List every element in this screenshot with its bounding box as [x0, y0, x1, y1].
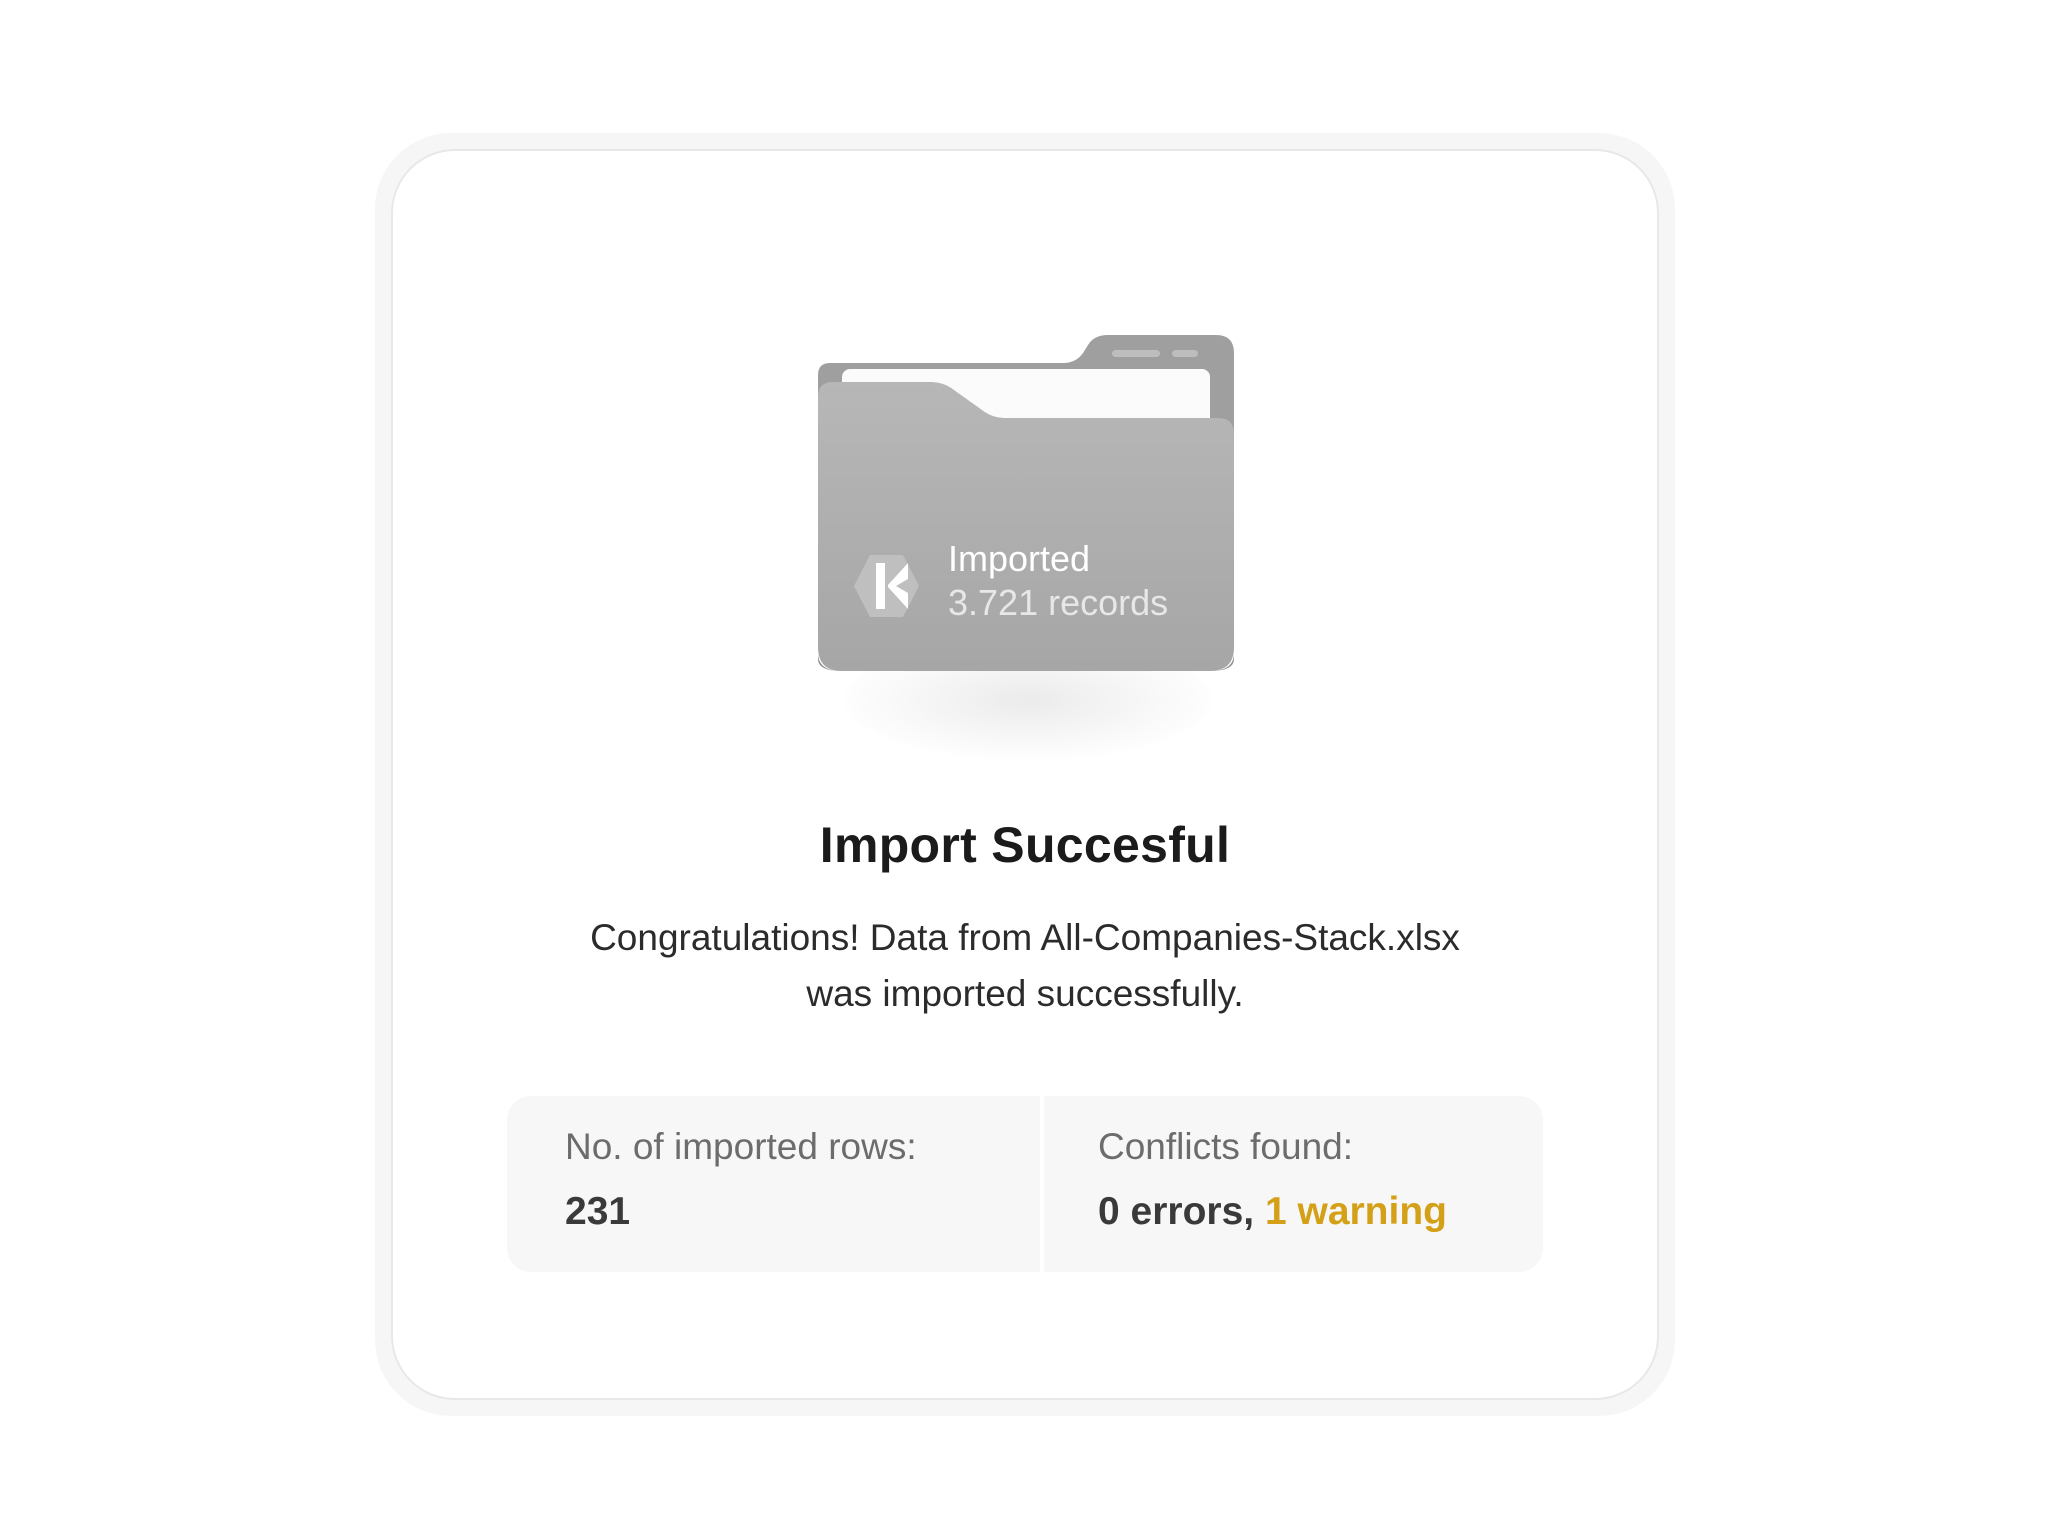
dialog-title: Import Succesful	[819, 817, 1231, 873]
conflicts-label: Conflicts found:	[1098, 1126, 1354, 1167]
folder-caption: Imported 3.721 records	[948, 537, 1168, 625]
dialog-message-line-1: Congratulations! Data from All-Companies…	[590, 917, 1460, 958]
warnings-count: 1 warning	[1264, 1190, 1447, 1233]
conflicts-stat: Conflicts found: 0 errors, 1 warning	[1040, 1096, 1543, 1272]
imported-rows-label: No. of imported rows:	[565, 1126, 917, 1167]
dialog-message-line-2: was imported successfully.	[806, 973, 1244, 1014]
imported-rows-stat: No. of imported rows: 231	[507, 1096, 1036, 1272]
conflicts-value: 0 errors, 1 warning	[1098, 1190, 1447, 1234]
folder-status-label: Imported	[948, 538, 1091, 579]
imported-rows-value: 231	[565, 1190, 631, 1233]
import-stats-panel: No. of imported rows: 231 Conflicts foun…	[507, 1096, 1543, 1272]
folder-records-label: 3.721 records	[948, 582, 1169, 623]
errors-count: 0 errors,	[1098, 1190, 1255, 1233]
dialog-message: Congratulations! Data from All-Companies…	[391, 910, 1659, 1022]
